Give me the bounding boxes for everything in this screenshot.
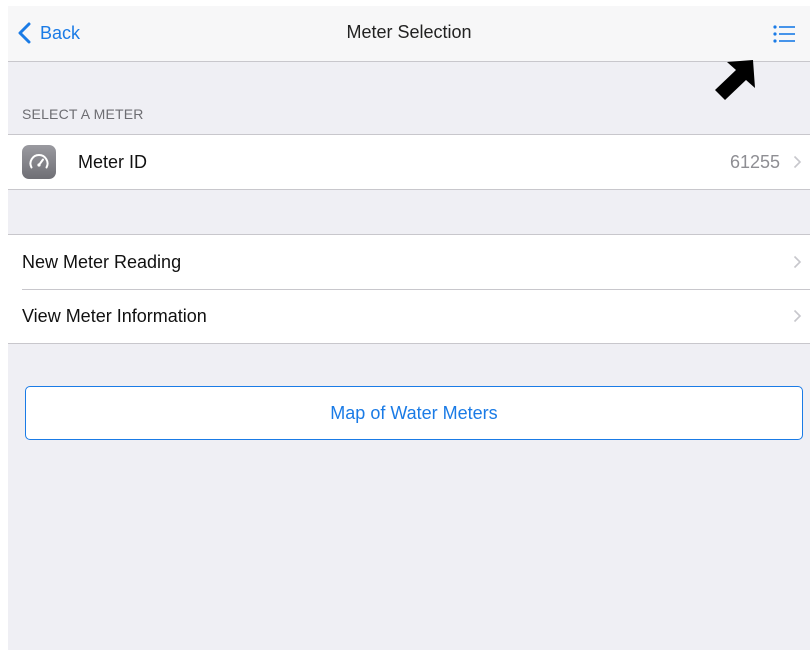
navigation-bar: Back Meter Selection [8, 6, 810, 62]
chevron-right-icon [793, 309, 802, 323]
map-of-water-meters-button[interactable]: Map of Water Meters [25, 386, 803, 440]
list-icon[interactable] [768, 20, 800, 48]
chevron-right-icon [793, 255, 802, 269]
page-title: Meter Selection [346, 22, 472, 42]
view-meter-information-label: View Meter Information [22, 305, 207, 326]
meter-id-value: 61255 [729, 151, 780, 172]
meter-group: Meter ID 61255 [8, 134, 810, 190]
section-header: SELECT A METER [22, 106, 144, 122]
arrow-pointer-icon [715, 60, 755, 100]
chevron-right-icon [793, 155, 802, 169]
meter-id-label: Meter ID [78, 151, 148, 172]
meter-selection-screen: Back Meter Selection SELECT A METER Mete… [8, 6, 810, 650]
new-meter-reading-row[interactable]: New Meter Reading [8, 235, 810, 289]
actions-group: New Meter Reading View Meter Information [8, 234, 810, 344]
speedometer-icon [22, 145, 56, 179]
map-button-label: Map of Water Meters [330, 402, 498, 423]
view-meter-information-row[interactable]: View Meter Information [8, 289, 810, 343]
new-meter-reading-label: New Meter Reading [22, 251, 182, 272]
meter-id-row[interactable]: Meter ID 61255 [8, 135, 810, 189]
